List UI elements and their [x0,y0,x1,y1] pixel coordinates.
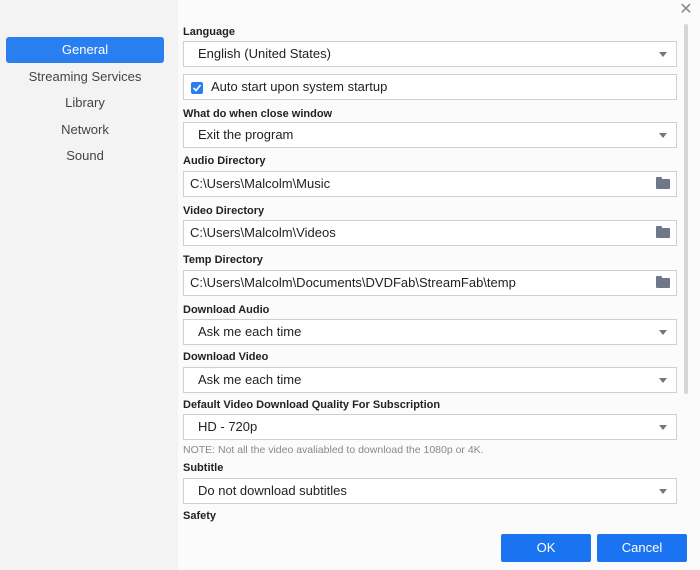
safety-label: Safety [183,510,217,522]
language-select[interactable]: English (United States) [183,41,677,67]
quality-select[interactable]: HD - 720p [183,414,677,440]
auto-start-row[interactable]: Auto start upon system startup [183,74,677,100]
sidebar-item-network[interactable]: Network [6,117,164,143]
video-directory-value: C:\Users\Malcolm\Videos [190,225,336,240]
quality-note: NOTE: Not all the video avaliabled to do… [183,444,484,456]
scrollbar[interactable] [684,24,688,394]
subtitle-select[interactable]: Do not download subtitles [183,478,677,504]
cancel-button[interactable]: Cancel [597,534,687,562]
ok-button[interactable]: OK [501,534,591,562]
chevron-down-icon [659,52,667,57]
temp-directory-field[interactable]: C:\Users\Malcolm\Documents\DVDFab\Stream… [183,270,677,296]
download-video-value: Ask me each time [198,372,302,387]
close-icon[interactable]: ✕ [678,2,694,18]
close-window-select[interactable]: Exit the program [183,122,677,148]
video-directory-field[interactable]: C:\Users\Malcolm\Videos [183,220,677,246]
quality-value: HD - 720p [198,419,258,434]
close-window-value: Exit the program [198,127,294,142]
download-video-select[interactable]: Ask me each time [183,367,677,393]
sidebar-item-streaming-services[interactable]: Streaming Services [6,64,164,90]
quality-label: Default Video Download Quality For Subsc… [183,399,441,411]
audio-directory-value: C:\Users\Malcolm\Music [190,176,331,191]
settings-sidebar: General Streaming Services Library Netwo… [0,0,178,570]
subtitle-label: Subtitle [183,462,224,474]
download-audio-select[interactable]: Ask me each time [183,319,677,345]
language-value: English (United States) [198,46,331,61]
chevron-down-icon [659,489,667,494]
audio-directory-field[interactable]: C:\Users\Malcolm\Music [183,171,677,197]
download-audio-value: Ask me each time [198,324,302,339]
language-label: Language [183,26,235,38]
subtitle-value: Do not download subtitles [198,483,347,498]
check-icon [192,84,202,92]
download-video-label: Download Video [183,351,269,363]
auto-start-label: Auto start upon system startup [211,79,388,94]
video-directory-label: Video Directory [183,205,265,217]
settings-panel: ✕ Language English (United States) Auto … [178,0,700,570]
temp-directory-label: Temp Directory [183,254,263,266]
close-window-label: What do when close window [183,108,333,120]
sidebar-item-library[interactable]: Library [6,90,164,116]
chevron-down-icon [659,133,667,138]
folder-icon[interactable] [656,276,670,288]
folder-icon[interactable] [656,226,670,238]
download-audio-label: Download Audio [183,304,270,316]
audio-directory-label: Audio Directory [183,155,266,167]
temp-directory-value: C:\Users\Malcolm\Documents\DVDFab\Stream… [190,275,516,290]
sidebar-item-sound[interactable]: Sound [6,143,164,169]
folder-icon[interactable] [656,177,670,189]
chevron-down-icon [659,330,667,335]
sidebar-item-general[interactable]: General [6,37,164,63]
chevron-down-icon [659,425,667,430]
chevron-down-icon [659,378,667,383]
auto-start-checkbox[interactable] [191,82,203,94]
